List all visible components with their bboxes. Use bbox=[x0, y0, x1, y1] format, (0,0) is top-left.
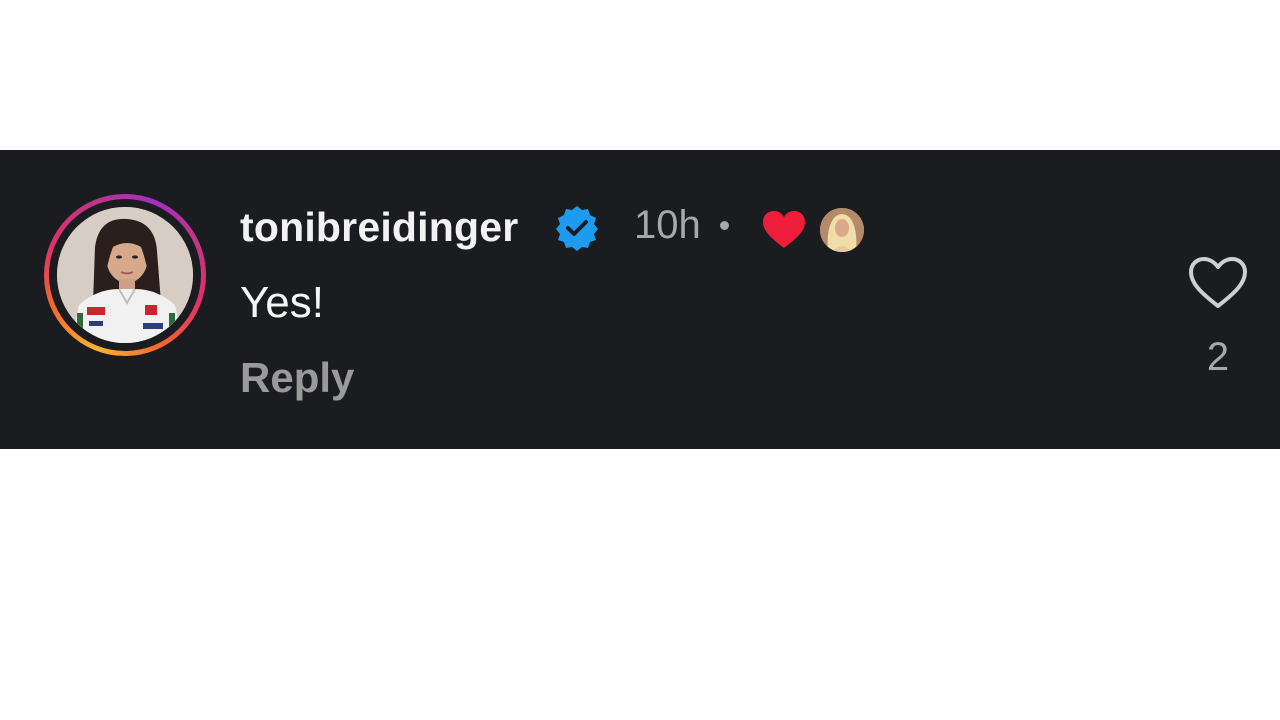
comment-text: Yes! bbox=[240, 278, 325, 327]
username[interactable]: tonibreidinger bbox=[240, 202, 518, 252]
verified-badge-icon bbox=[552, 203, 602, 253]
avatar[interactable] bbox=[57, 207, 193, 343]
comment-timestamp: 10h bbox=[634, 203, 701, 247]
like-count: 2 bbox=[1206, 335, 1230, 379]
red-heart-icon bbox=[761, 208, 807, 254]
reply-button[interactable]: Reply bbox=[240, 352, 354, 404]
heart-outline-icon[interactable] bbox=[1186, 254, 1250, 314]
creator-avatar bbox=[820, 208, 864, 252]
separator-dot bbox=[720, 221, 729, 230]
